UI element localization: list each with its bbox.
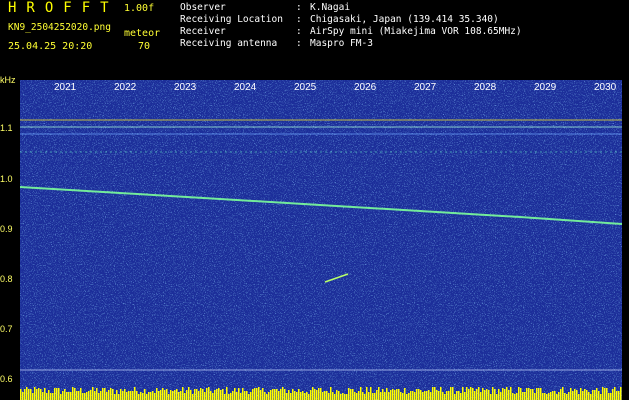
file-name: KN9_2504252020.png bbox=[8, 22, 111, 33]
spectrogram-panel: kHz 1.1 1.0 0.9 0.8 0.7 0.6 2021 2022 20… bbox=[0, 75, 629, 400]
x-tick-label: 2029 bbox=[534, 82, 557, 93]
x-tick-label: 2026 bbox=[354, 82, 377, 93]
x-tick-label: 2021 bbox=[54, 82, 77, 93]
x-tick-label: 2028 bbox=[474, 82, 497, 93]
y-tick-label: 0.9 bbox=[0, 224, 13, 234]
waterfall-spectrogram: 2021 2022 2023 2024 2025 2026 2027 2028 … bbox=[20, 80, 622, 400]
meteor-count: 70 bbox=[138, 41, 151, 52]
datetime: 25.04.25 20:20 bbox=[8, 41, 93, 52]
y-tick-label: 0.7 bbox=[0, 324, 13, 334]
x-tick-label: 2022 bbox=[114, 82, 137, 93]
info-row-location: Receiving Location: Chigasaki, Japan (139… bbox=[180, 14, 499, 25]
x-tick-label: 2023 bbox=[174, 82, 197, 93]
y-tick-label: 0.8 bbox=[0, 274, 13, 284]
x-tick-label: 2027 bbox=[414, 82, 437, 93]
version-label: 1.00f bbox=[124, 3, 155, 14]
x-tick-label: 2030 bbox=[594, 82, 617, 93]
header: HROFFT 1.00f KN9_2504252020.png meteor 2… bbox=[0, 0, 629, 75]
info-row-observer: Observer: K.Nagai bbox=[180, 2, 351, 13]
app-title: HROFFT bbox=[8, 0, 119, 16]
meteor-label: meteor bbox=[124, 28, 161, 39]
y-axis-unit: kHz bbox=[0, 75, 16, 85]
x-tick-label: 2024 bbox=[234, 82, 257, 93]
y-tick-label: 0.6 bbox=[0, 374, 13, 384]
x-tick-label: 2025 bbox=[294, 82, 317, 93]
info-row-receiver: Receiver: AirSpy mini (Miakejima VOR 108.… bbox=[180, 26, 522, 37]
info-row-antenna: Receiving antenna: Maspro FM-3 bbox=[180, 38, 373, 49]
waterfall-noise bbox=[20, 80, 622, 400]
y-tick-label: 1.1 bbox=[0, 123, 13, 133]
y-tick-label: 1.0 bbox=[0, 174, 13, 184]
